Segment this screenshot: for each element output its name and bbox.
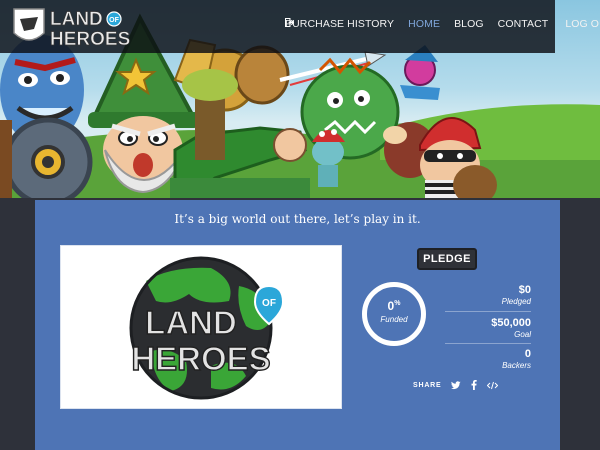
nav-logout-label: LOG OUT [565,18,600,30]
campaign-video[interactable]: LAND HEROES OF [60,245,342,409]
share-bar: SHARE [413,380,508,390]
share-label: SHARE [413,381,442,389]
logo-badge: OF [109,17,119,24]
shield-logo-icon: LAND HEROES OF [13,8,130,49]
funded-label: Funded [380,315,408,324]
logo-line1: LAND [50,9,103,30]
stat-divider [445,311,531,312]
main-nav: PURCHASE HISTORY HOME BLOG CONTACT LOG O… [285,18,600,30]
stat-divider [445,343,531,344]
funded-progress-ring: 0% Funded [362,282,426,346]
nav-logout[interactable]: LOG OUT [285,18,600,30]
twitter-icon[interactable] [450,380,461,390]
nav-home[interactable]: HOME [408,18,440,30]
stat-goal: $50,000 Goal [445,317,531,341]
stat-goal-label: Goal [514,330,531,339]
video-logo-line1: LAND [145,304,237,341]
funded-unit: % [394,300,401,307]
campaign-tagline: It’s a big world out there, let’s play i… [174,212,421,226]
logo-line2: HEROES [50,29,130,49]
stat-pledged-value: $0 [518,284,531,296]
stat-pledged-label: Pledged [501,297,531,306]
nav-purchase-history[interactable]: PURCHASE HISTORY [285,18,394,30]
stat-backers: 0 Backers [445,348,531,372]
hero-banner: LAND HEROES OF PURCHASE HISTORY HOME BLO… [0,0,600,198]
embed-code-icon[interactable] [486,381,498,390]
funded-percent: 0% [367,299,421,313]
stat-backers-value: 0 [524,348,531,360]
video-logo-badge: OF [262,298,276,309]
top-navbar: LAND HEROES OF PURCHASE HISTORY HOME BLO… [0,0,600,53]
stat-backers-label: Backers [502,361,531,370]
nav-contact[interactable]: CONTACT [498,18,549,30]
stat-goal-value: $50,000 [491,317,531,329]
video-logo-line2: HEROES [131,340,270,377]
pledge-button[interactable]: PLEDGE [417,248,477,270]
stat-pledged: $0 Pledged [445,284,531,308]
facebook-icon[interactable] [471,380,477,390]
nav-blog[interactable]: BLOG [454,18,484,30]
campaign-panel: It’s a big world out there, let’s play i… [35,200,560,450]
globe-logo-image: LAND HEROES OF [129,256,285,400]
